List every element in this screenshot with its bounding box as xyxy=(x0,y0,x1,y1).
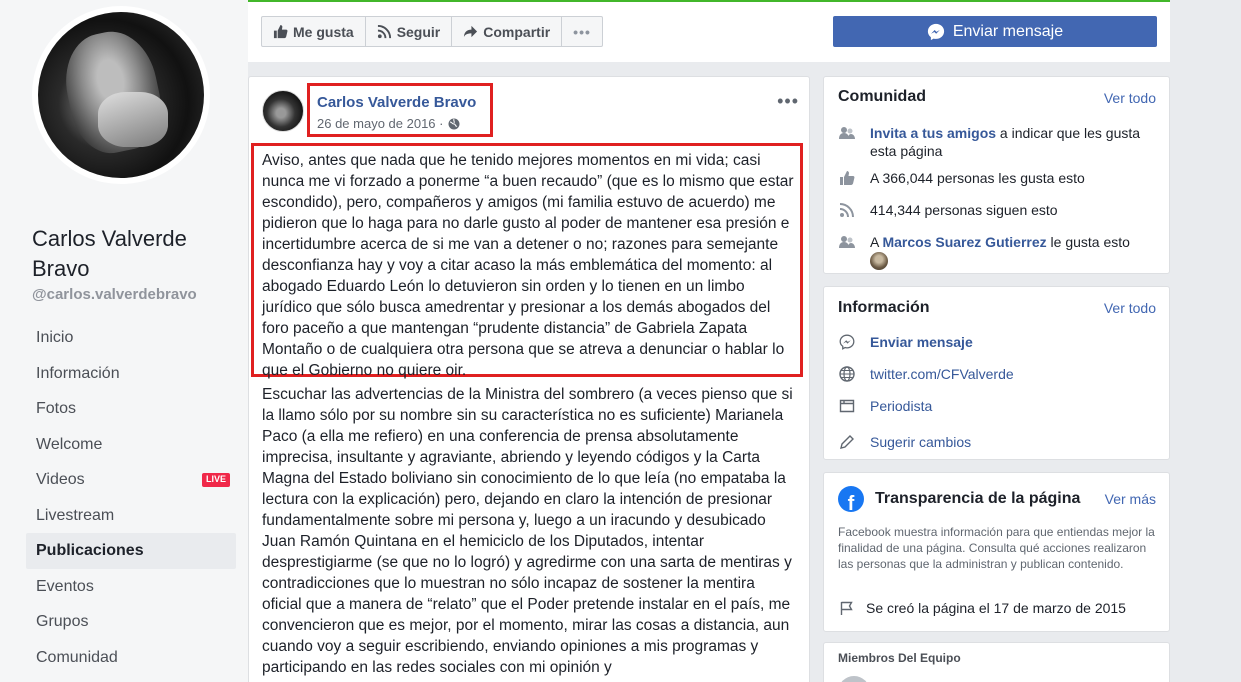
category-link[interactable]: Periodista xyxy=(870,397,932,415)
friend-name-link[interactable]: Marcos Suarez Gutierrez xyxy=(882,234,1046,250)
more-options-button[interactable]: ••• xyxy=(561,16,603,47)
nav-item-label: Inicio xyxy=(36,329,74,346)
friend-avatar[interactable] xyxy=(870,252,888,271)
nav-item-label: Videos xyxy=(36,471,85,488)
transparency-created-row: Se creó la página el 17 de marzo de 2015 xyxy=(838,599,1158,617)
community-friend-text: A Marcos Suarez Gutierrez le gusta esto xyxy=(870,233,1130,271)
rss-icon xyxy=(838,201,856,219)
nav-item-publicaciones[interactable]: Publicaciones xyxy=(26,533,236,569)
share-label: Compartir xyxy=(483,23,551,40)
community-follows-row: 414,344 personas siguen esto xyxy=(838,201,1158,219)
nav-item-label: Livestream xyxy=(36,506,115,524)
community-follows-text: 414,344 personas siguen esto xyxy=(870,202,1058,218)
community-invite-row: Invita a tus amigos a indicar que les gu… xyxy=(838,124,1158,160)
category-tag-icon xyxy=(838,397,856,415)
team-card: Miembros Del Equipo xyxy=(823,642,1170,682)
transparency-see-more-link[interactable]: Ver más xyxy=(1105,491,1156,507)
community-likes-row: A 366,044 personas les gusta esto xyxy=(838,169,1158,187)
post-paragraph-1: Aviso, antes que nada que he tenido mejo… xyxy=(262,152,794,379)
flag-icon xyxy=(838,599,856,617)
community-see-all-link[interactable]: Ver todo xyxy=(1104,90,1156,106)
nav-item-label: Grupos xyxy=(36,613,89,630)
nav-item-videos[interactable]: Videos LIVE xyxy=(26,462,236,498)
transparency-card: f Transparencia de la página Ver más Fac… xyxy=(823,472,1170,632)
nav-item-label: Información xyxy=(36,364,120,382)
messenger-icon xyxy=(838,333,856,351)
friend-suffix: le gusta esto xyxy=(1046,234,1130,250)
info-title: Información xyxy=(838,299,930,316)
community-title: Comunidad xyxy=(838,88,926,105)
profile-picture[interactable] xyxy=(38,12,204,178)
more-label: ••• xyxy=(573,23,591,40)
nav-item-grupos[interactable]: Grupos xyxy=(26,604,236,640)
team-member-avatar[interactable] xyxy=(838,676,870,682)
send-message-label: Enviar mensaje xyxy=(952,22,1064,40)
page-handle[interactable]: @carlos.valverdebravo xyxy=(32,286,197,303)
send-message-button[interactable]: Enviar mensaje xyxy=(833,16,1157,47)
nav-item-welcome[interactable]: Welcome xyxy=(26,427,236,463)
nav-item-label: Comunidad xyxy=(36,648,118,666)
transparency-created-text: Se creó la página el 17 de marzo de 2015 xyxy=(866,600,1126,616)
action-button-group: Me gusta Seguir Compartir ••• xyxy=(261,16,603,47)
highlight-box-author xyxy=(307,83,493,137)
twitter-link[interactable]: twitter.com/CFValverde xyxy=(870,365,1014,383)
friend-prefix: A xyxy=(870,234,883,250)
post-author-avatar[interactable] xyxy=(262,90,304,132)
post-paragraph-2: Escuchar las advertencias de la Ministra… xyxy=(262,386,793,676)
info-twitter-row[interactable]: twitter.com/CFValverde xyxy=(838,365,1158,383)
follow-label: Seguir xyxy=(396,23,441,40)
nav-item-informacion[interactable]: Información xyxy=(26,356,236,392)
transparency-title: Transparencia de la página xyxy=(875,490,1081,507)
info-category-row: Periodista xyxy=(838,397,1158,415)
page-nav: Inicio Información Fotos Welcome Videos L… xyxy=(26,320,236,675)
info-message-row[interactable]: Enviar mensaje xyxy=(838,333,1158,351)
facebook-logo-icon: f xyxy=(838,486,864,512)
suggest-changes-link[interactable]: Sugerir cambios xyxy=(870,433,971,451)
info-suggest-row[interactable]: Sugerir cambios xyxy=(838,433,1158,451)
profile-picture-frame[interactable] xyxy=(32,6,210,184)
friends-icon xyxy=(838,233,856,251)
nav-item-fotos[interactable]: Fotos xyxy=(26,391,236,427)
nav-item-label: Publicaciones xyxy=(36,542,144,559)
like-button[interactable]: Me gusta xyxy=(261,16,366,47)
info-see-all-link[interactable]: Ver todo xyxy=(1104,300,1156,316)
follow-button[interactable]: Seguir xyxy=(364,16,453,47)
globe-icon xyxy=(838,365,856,383)
post-options-button[interactable]: ••• xyxy=(777,91,799,112)
invite-friends-link[interactable]: Invita a tus amigos xyxy=(870,125,996,141)
pencil-icon xyxy=(838,433,856,451)
team-title: Miembros Del Equipo xyxy=(838,651,961,665)
info-card: Información Ver todo Enviar mensaje twit… xyxy=(823,286,1170,460)
nav-item-livestream[interactable]: Livestream xyxy=(26,498,236,534)
messenger-icon xyxy=(927,23,944,40)
rss-icon xyxy=(377,24,391,39)
nav-item-label: Welcome xyxy=(36,435,103,453)
friends-icon xyxy=(838,124,856,142)
like-label: Me gusta xyxy=(293,23,354,40)
thumbs-up-icon xyxy=(838,169,856,187)
community-invite-text: Invita a tus amigos a indicar que les gu… xyxy=(870,124,1158,160)
community-likes-text: A 366,044 personas les gusta esto xyxy=(870,170,1085,186)
nav-item-comunidad[interactable]: Comunidad xyxy=(26,640,236,676)
live-badge: LIVE xyxy=(201,473,230,487)
thumbs-up-icon xyxy=(273,24,288,39)
share-button[interactable]: Compartir xyxy=(451,16,563,47)
community-card: Comunidad Ver todo Invita a tus amigos a… xyxy=(823,76,1170,274)
info-send-message-link[interactable]: Enviar mensaje xyxy=(870,333,973,351)
nav-item-eventos[interactable]: Eventos xyxy=(26,569,236,605)
nav-item-inicio[interactable]: Inicio xyxy=(26,320,236,356)
transparency-description: Facebook muestra información para que en… xyxy=(838,525,1155,571)
share-arrow-icon xyxy=(464,25,478,38)
page-title: Carlos Valverde Bravo xyxy=(32,226,187,281)
nav-item-label: Fotos xyxy=(36,400,77,417)
post-card: Carlos Valverde Bravo 26 de mayo de 2016… xyxy=(248,76,810,682)
page-action-bar: Me gusta Seguir Compartir ••• Enviar men… xyxy=(248,0,1170,62)
community-friend-row: A Marcos Suarez Gutierrez le gusta esto xyxy=(838,233,1158,271)
left-sidebar: Carlos Valverde Bravo @carlos.valverdebr… xyxy=(0,0,248,682)
nav-item-label: Eventos xyxy=(36,577,94,595)
